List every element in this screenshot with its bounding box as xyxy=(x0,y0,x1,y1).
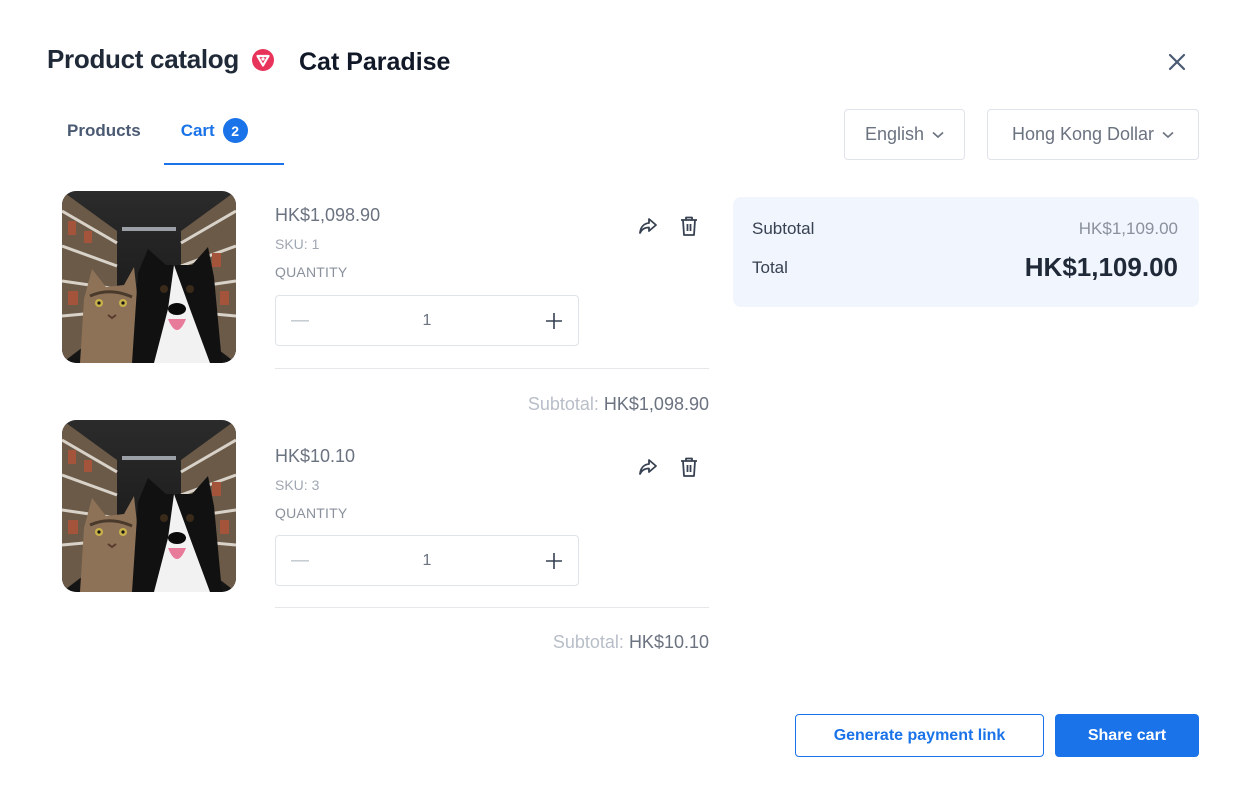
chevron-down-icon xyxy=(1162,131,1174,139)
close-icon[interactable] xyxy=(1164,49,1190,75)
language-select[interactable]: English xyxy=(844,109,965,160)
language-select-value: English xyxy=(864,124,925,144)
cart-count-badge: 2 xyxy=(222,118,248,143)
quantity-input[interactable] xyxy=(323,551,531,570)
currency-select-value: Hong Kong Dollar xyxy=(1011,124,1155,144)
quantity-stepper xyxy=(275,535,579,586)
generate-payment-link-label: Generate payment link xyxy=(833,726,1006,744)
trash-icon[interactable] xyxy=(676,454,702,480)
store-shield-icon xyxy=(251,48,275,72)
decrease-quantity-button[interactable] xyxy=(276,296,324,345)
item-price: HK$1,098.90 xyxy=(275,205,381,225)
summary-subtotal-row: Subtotal HK$1,109.00 xyxy=(752,219,1178,239)
item-sku: SKU: 3 xyxy=(275,477,320,493)
item-divider xyxy=(275,368,709,369)
tab-products[interactable]: Products xyxy=(47,102,161,159)
summary-subtotal-label: Subtotal xyxy=(752,219,815,238)
summary-total-value: HK$1,109.00 xyxy=(1024,252,1178,282)
header: Product catalog Cat Paradise xyxy=(47,44,451,76)
item-subtotal-label: Subtotal: xyxy=(527,394,599,414)
summary-total-label: Total xyxy=(752,257,788,277)
tab-products-label: Products xyxy=(67,120,141,140)
active-tab-indicator xyxy=(164,163,284,165)
page-title: Product catalog xyxy=(47,44,239,74)
chevron-down-icon xyxy=(932,131,944,139)
quantity-label: QUANTITY xyxy=(275,264,348,280)
share-arrow-icon[interactable] xyxy=(635,213,661,239)
increase-quantity-button[interactable] xyxy=(531,536,579,585)
item-subtotal: Subtotal: HK$10.10 xyxy=(553,632,709,653)
item-divider xyxy=(275,607,709,608)
item-subtotal-label: Subtotal: xyxy=(552,632,624,652)
decrease-quantity-button[interactable] xyxy=(276,536,324,585)
item-price: HK$10.10 xyxy=(275,446,356,466)
item-sku: SKU: 1 xyxy=(275,236,320,252)
tab-cart-label: Cart xyxy=(180,120,215,140)
product-image xyxy=(62,191,236,363)
tab-cart[interactable]: Cart 2 xyxy=(161,102,268,159)
item-subtotal-value: HK$10.10 xyxy=(628,632,709,652)
order-summary: Subtotal HK$1,109.00 Total HK$1,109.00 xyxy=(733,197,1199,307)
quantity-stepper xyxy=(275,295,579,346)
tab-bar: Products Cart 2 xyxy=(47,108,268,165)
quantity-label: QUANTITY xyxy=(275,505,348,521)
summary-subtotal-value: HK$1,109.00 xyxy=(1078,219,1178,238)
share-cart-label: Share cart xyxy=(1087,726,1167,744)
share-arrow-icon[interactable] xyxy=(635,454,661,480)
store-name: Cat Paradise xyxy=(298,48,451,76)
item-subtotal-value: HK$1,098.90 xyxy=(603,394,709,414)
item-subtotal: Subtotal: HK$1,098.90 xyxy=(528,394,709,415)
summary-total-row: Total HK$1,109.00 xyxy=(752,252,1178,283)
product-image xyxy=(62,420,236,592)
quantity-input[interactable] xyxy=(323,311,531,330)
share-cart-button[interactable]: Share cart xyxy=(1055,714,1199,757)
trash-icon[interactable] xyxy=(676,213,702,239)
generate-payment-link-button[interactable]: Generate payment link xyxy=(795,714,1044,757)
increase-quantity-button[interactable] xyxy=(531,296,579,345)
currency-select[interactable]: Hong Kong Dollar xyxy=(987,109,1199,160)
